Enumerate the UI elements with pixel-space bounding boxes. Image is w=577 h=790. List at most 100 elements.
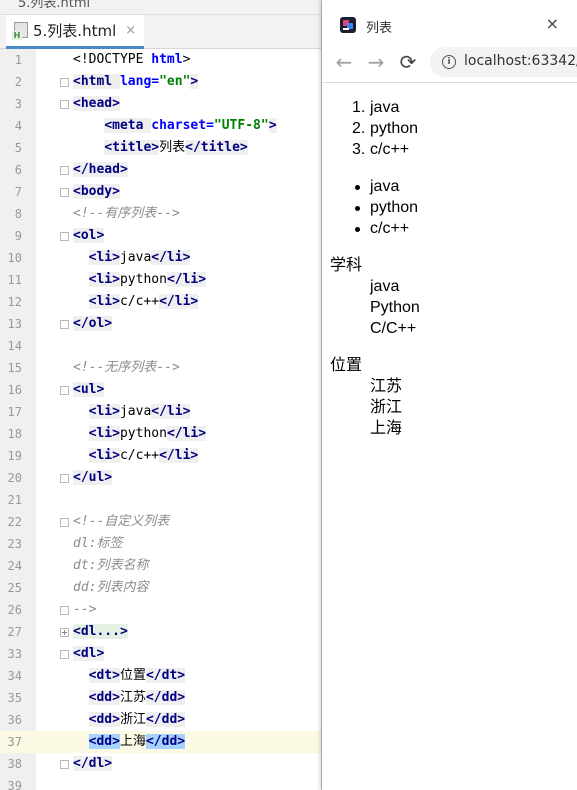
expand-fold-icon[interactable]: [60, 628, 69, 637]
code-text: <dd>浙江</dd>: [88, 712, 186, 727]
fold-marker-icon[interactable]: [60, 386, 69, 395]
code-line[interactable]: 6 </head>: [0, 159, 322, 181]
line-number: 11: [7, 273, 22, 287]
code-line[interactable]: 34 <dt>位置</dt>: [0, 665, 322, 687]
line-number: 26: [7, 603, 22, 617]
code-line[interactable]: 2 <html lang="en">: [0, 71, 322, 93]
fold-marker-icon[interactable]: [60, 78, 69, 87]
code-line[interactable]: 33 <dl>: [0, 643, 322, 665]
code-text: <ul>: [73, 382, 105, 397]
definition-description: 江苏: [370, 378, 403, 395]
line-number: 23: [7, 537, 22, 551]
code-text: <html lang="en">: [73, 74, 199, 89]
html-file-icon: H: [12, 21, 28, 40]
code-line[interactable]: 9 <ol>: [0, 225, 322, 247]
code-line[interactable]: 10 <li>java</li>: [0, 247, 322, 269]
code-line[interactable]: 15 <!--无序列表-->: [0, 357, 322, 379]
editor-tab-bar: H 5.列表.html ×: [0, 15, 322, 49]
code-line[interactable]: 12 <li>c/c++</li>: [0, 291, 322, 313]
line-number: 4: [14, 119, 22, 133]
line-number: 17: [7, 405, 22, 419]
code-line[interactable]: 16 <ul>: [0, 379, 322, 401]
code-line[interactable]: 23 dl:标签: [0, 533, 322, 555]
code-line[interactable]: 36 <dd>浙江</dd>: [0, 709, 322, 731]
code-line[interactable]: 13 </ol>: [0, 313, 322, 335]
jetbrains-favicon-icon: [340, 17, 356, 33]
line-number: 34: [7, 669, 22, 683]
fold-marker-icon[interactable]: [60, 650, 69, 659]
reload-icon[interactable]: ⟳: [396, 50, 420, 74]
url-text[interactable]: localhost:63342/: [464, 53, 577, 69]
fold-marker-icon[interactable]: [60, 518, 69, 527]
ordered-list-item: java: [370, 99, 400, 116]
code-text: </ul>: [73, 470, 113, 485]
browser-title-bar: 列表 ×: [322, 0, 577, 42]
code-text: -->: [73, 602, 97, 617]
fold-marker-icon[interactable]: [60, 760, 69, 769]
editor-tab-active[interactable]: H 5.列表.html ×: [6, 15, 145, 49]
code-line[interactable]: 17 <li>java</li>: [0, 401, 322, 423]
line-number: 25: [7, 581, 22, 595]
code-line[interactable]: 37 <dd>上海</dd>: [0, 731, 322, 753]
line-number: 24: [7, 559, 22, 573]
code-line[interactable]: 22 <!--自定义列表: [0, 511, 322, 533]
close-tab-icon[interactable]: ×: [125, 23, 136, 38]
code-line[interactable]: 18 <li>python</li>: [0, 423, 322, 445]
definition-description: 上海: [370, 420, 403, 437]
code-text: <dl...>: [73, 624, 128, 639]
code-line[interactable]: 25 dd:列表内容: [0, 577, 322, 599]
code-text: dd:列表内容: [73, 580, 149, 595]
back-arrow-icon[interactable]: ←: [332, 50, 356, 74]
definition-term: 学科: [330, 257, 363, 274]
code-line[interactable]: 5 <title>列表</title>: [0, 137, 322, 159]
code-text: dt:列表名称: [73, 558, 149, 573]
fold-marker-icon[interactable]: [60, 232, 69, 241]
line-number: 9: [14, 229, 22, 243]
ordered-list-marker: 1.: [352, 99, 366, 116]
code-line[interactable]: 27 <dl...>: [0, 621, 322, 643]
line-number: 2: [14, 75, 22, 89]
fold-marker-icon[interactable]: [60, 320, 69, 329]
code-line[interactable]: 24 dt:列表名称: [0, 555, 322, 577]
line-number: 37: [7, 735, 22, 749]
definition-description: 浙江: [370, 399, 403, 416]
code-line[interactable]: 3 <head>: [0, 93, 322, 115]
code-line[interactable]: 35 <dd>江苏</dd>: [0, 687, 322, 709]
line-number: 6: [14, 163, 22, 177]
fold-marker-icon[interactable]: [60, 166, 69, 175]
code-line[interactable]: 20 </ul>: [0, 467, 322, 489]
browser-tab-title[interactable]: 列表: [366, 17, 392, 36]
code-line[interactable]: 14: [0, 335, 322, 357]
code-line[interactable]: 1 <!DOCTYPE html>: [0, 49, 322, 71]
code-editor-panel: 5.列表.html H 5.列表.html × 1 <!DOCTYPE html>…: [0, 0, 322, 790]
editor-tab-label: 5.列表.html: [33, 22, 117, 40]
window-title-fragment: 5.列表.html: [18, 0, 91, 11]
close-browser-tab-icon[interactable]: ×: [546, 14, 559, 33]
fold-marker-icon[interactable]: [60, 100, 69, 109]
site-info-icon[interactable]: i: [442, 55, 456, 69]
fold-marker-icon[interactable]: [60, 474, 69, 483]
code-line[interactable]: 7 <body>: [0, 181, 322, 203]
bullet-icon: [355, 206, 360, 211]
forward-arrow-icon[interactable]: →: [364, 50, 388, 74]
ordered-list-item: c/c++: [370, 141, 410, 158]
line-number: 14: [7, 339, 22, 353]
fold-marker-icon[interactable]: [60, 606, 69, 615]
code-line[interactable]: 11 <li>python</li>: [0, 269, 322, 291]
code-line[interactable]: 4 <meta charset="UTF-8">: [0, 115, 322, 137]
code-line[interactable]: 38 </dl>: [0, 753, 322, 775]
ordered-list-item: python: [370, 120, 419, 137]
code-line[interactable]: 26 -->: [0, 599, 322, 621]
line-number: 16: [7, 383, 22, 397]
fold-marker-icon[interactable]: [60, 188, 69, 197]
address-bar[interactable]: i localhost:63342/: [430, 47, 577, 77]
line-number: 19: [7, 449, 22, 463]
browser-window: 列表 × ← → ⟳ i localhost:63342/ 1. java 2. py…: [322, 0, 577, 790]
bullet-icon: [355, 185, 360, 190]
code-line[interactable]: 8 <!--有序列表-->: [0, 203, 322, 225]
code-text: <li>java</li>: [88, 404, 191, 419]
code-line[interactable]: 21: [0, 489, 322, 511]
code-line[interactable]: 39: [0, 775, 322, 790]
code-line[interactable]: 19 <li>c/c++</li>: [0, 445, 322, 467]
line-number: 13: [7, 317, 22, 331]
